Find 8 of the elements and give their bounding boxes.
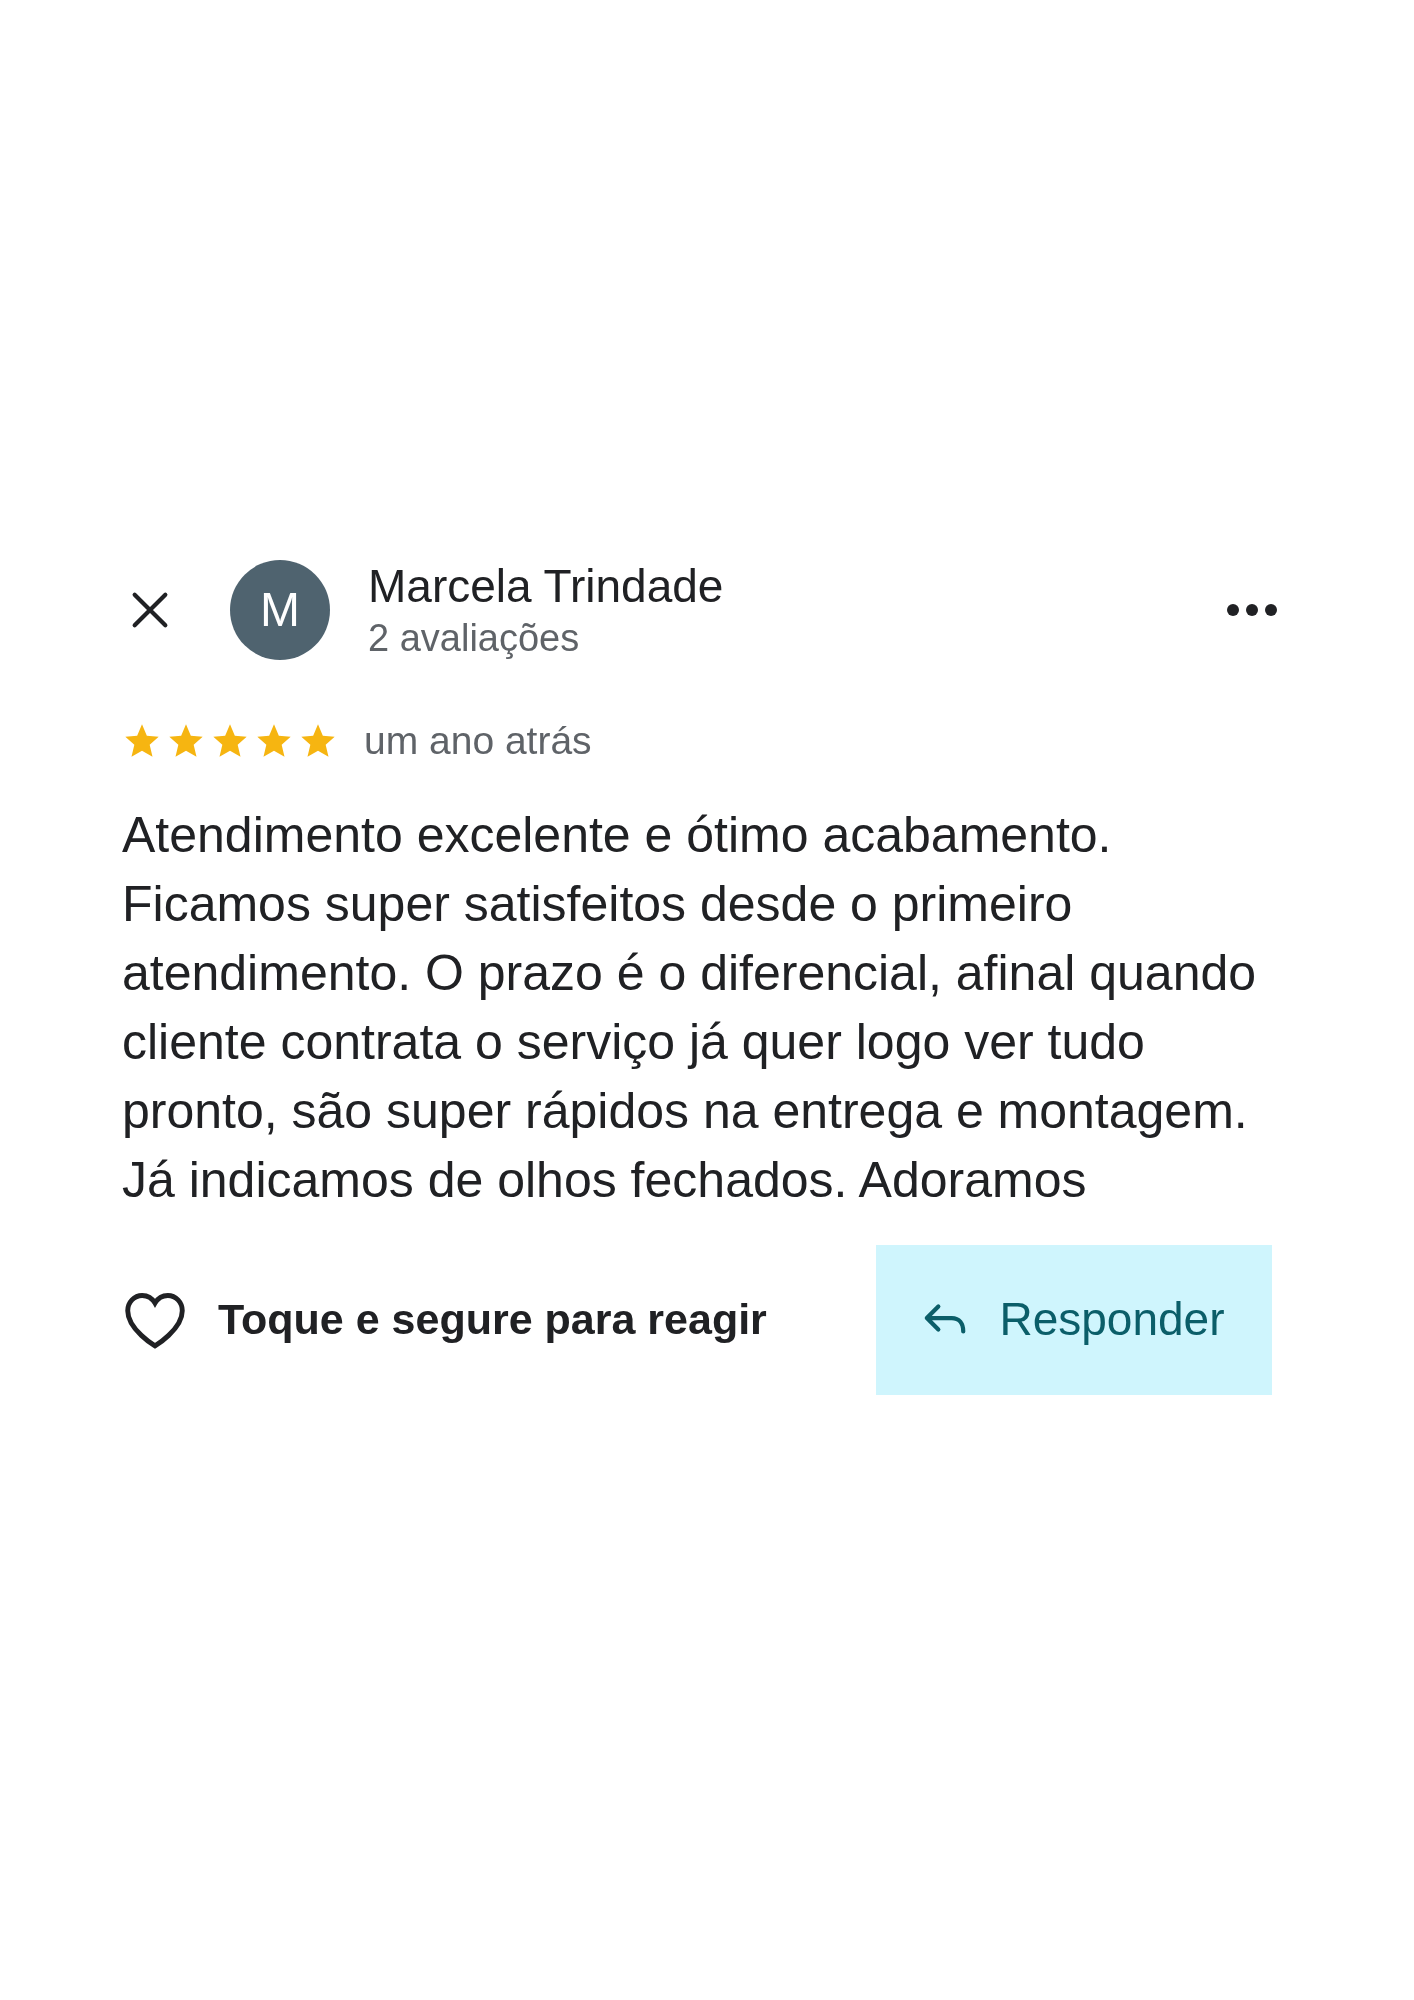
review-time: um ano atrás [364,718,592,764]
react-button[interactable]: Toque e segure para reagir [122,1287,767,1352]
more-icon [1226,603,1278,617]
reply-button[interactable]: Responder [876,1244,1272,1395]
review-count: 2 avaliações [368,616,581,660]
review-text: Atendimento excelente e ótimo acabamento. Ficamos super satisfeitos desde o primeiro atendimento. O prazo é o diferencial, afinal quando cliente contrata o serviço já quer logo ver tudo pronto, são super rápidos na entrega e montagem. Já indicamos de olhos fechados. Adoramos [122,805,1258,1210]
reviewer-name: Marcela Trindade [368,560,724,612]
avatar: M [230,560,330,660]
